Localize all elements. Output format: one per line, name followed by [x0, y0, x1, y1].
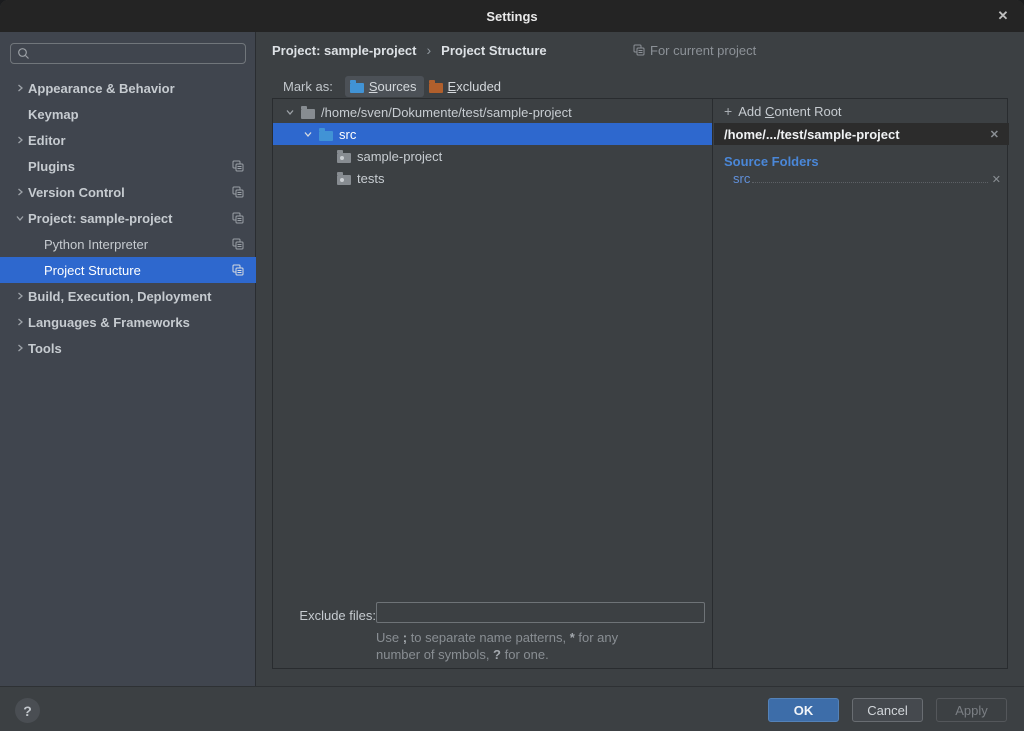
sidebar-item-keymap[interactable]: Keymap	[0, 101, 256, 127]
sources-folder-icon	[350, 83, 364, 93]
folder-icon	[337, 175, 351, 185]
chevron-right-icon	[12, 344, 28, 352]
per-project-settings-icon	[232, 160, 244, 172]
tree-row-sample-project[interactable]: sample-project	[273, 145, 712, 167]
sidebar-item-project-sample-project[interactable]: Project: sample-project	[0, 205, 256, 231]
excluded-folder-icon	[429, 83, 443, 93]
sidebar-item-plugins[interactable]: Plugins	[0, 153, 256, 179]
mark-as-sources-button[interactable]: Sources	[345, 76, 424, 97]
add-content-root-label: Add Content Root	[738, 104, 841, 119]
chevron-right-icon	[12, 188, 28, 196]
dotted-leader	[752, 182, 987, 183]
mark-as-toolbar: Mark as: Sources Excluded	[283, 73, 508, 99]
settings-nav: Appearance & Behavior Keymap Editor Plug…	[0, 75, 256, 361]
sidebar-item-label: Project Structure	[44, 263, 141, 278]
sidebar-item-label: Appearance & Behavior	[28, 81, 175, 96]
sidebar-item-project-structure[interactable]: Project Structure	[0, 257, 256, 283]
per-project-settings-icon	[232, 238, 244, 250]
tree-child-label: sample-project	[357, 149, 442, 164]
chevron-right-icon	[12, 292, 28, 300]
remove-source-folder-icon[interactable]: ✕	[992, 173, 1001, 186]
exclude-files-hint: Use ; to separate name patterns, * for a…	[376, 629, 676, 663]
folder-icon	[301, 109, 315, 119]
close-icon[interactable]: ✕	[994, 7, 1012, 25]
sidebar-item-appearance-behavior[interactable]: Appearance & Behavior	[0, 75, 256, 101]
content-root-tree: /home/sven/Dokumente/test/sample-project…	[273, 99, 713, 668]
sidebar-item-label: Languages & Frameworks	[28, 315, 190, 330]
sidebar-item-label: Tools	[28, 341, 62, 356]
ok-button[interactable]: OK	[768, 698, 839, 722]
add-content-root-button[interactable]: + Add Content Root	[714, 99, 1009, 123]
tree-row-tests[interactable]: tests	[273, 167, 712, 189]
source-folders-heading: Source Folders	[714, 145, 1009, 171]
question-mark-icon: ?	[23, 703, 32, 719]
sidebar-item-label: Keymap	[28, 107, 79, 122]
cancel-button[interactable]: Cancel	[852, 698, 923, 722]
sidebar-item-label: Plugins	[28, 159, 75, 174]
dialog-title: Settings	[486, 9, 537, 24]
scope-label: For current project	[650, 43, 756, 58]
chevron-right-icon	[12, 136, 28, 144]
sidebar-item-languages-frameworks[interactable]: Languages & Frameworks	[0, 309, 256, 335]
sidebar-item-editor[interactable]: Editor	[0, 127, 256, 153]
sidebar-item-label: Build, Execution, Deployment	[28, 289, 211, 304]
settings-dialog: Settings ✕ Appearance & Behavior Keymap	[0, 0, 1024, 731]
scope-indicator: For current project	[633, 40, 756, 60]
tree-src-label: src	[339, 127, 356, 142]
sidebar-item-label: Version Control	[28, 185, 125, 200]
per-project-settings-icon	[232, 186, 244, 198]
dialog-footer: ? OK Cancel Apply	[0, 686, 1024, 731]
chevron-down-icon	[283, 108, 297, 116]
sidebar-item-build-execution-deployment[interactable]: Build, Execution, Deployment	[0, 283, 256, 309]
chevron-right-icon	[12, 84, 28, 92]
apply-button[interactable]: Apply	[936, 698, 1007, 722]
settings-sidebar: Appearance & Behavior Keymap Editor Plug…	[0, 32, 256, 686]
mark-as-label: Mark as:	[283, 79, 333, 94]
tree-row-src[interactable]: src	[273, 123, 712, 145]
search-input[interactable]	[10, 43, 246, 64]
content-root-item[interactable]: /home/.../test/sample-project ✕	[714, 123, 1009, 145]
sidebar-item-tools[interactable]: Tools	[0, 335, 256, 361]
remove-content-root-icon[interactable]: ✕	[990, 128, 999, 141]
content-roots-panel: + Add Content Root /home/.../test/sample…	[714, 99, 1009, 668]
exclude-files-input[interactable]	[376, 602, 705, 623]
breadcrumb-project[interactable]: Project: sample-project	[272, 43, 417, 58]
settings-content: Project: sample-project › Project Struct…	[257, 32, 1024, 686]
per-project-settings-icon	[633, 44, 645, 56]
sidebar-item-label: Python Interpreter	[44, 237, 148, 252]
mark-as-excluded-button[interactable]: Excluded	[424, 76, 508, 97]
sidebar-item-label: Project: sample-project	[28, 211, 173, 226]
mark-as-sources-label: Sources	[369, 79, 417, 94]
chevron-down-icon	[12, 214, 28, 222]
chevron-right-icon	[12, 318, 28, 326]
sidebar-item-label: Editor	[28, 133, 66, 148]
sidebar-item-python-interpreter[interactable]: Python Interpreter	[0, 231, 256, 257]
breadcrumb-page-title: Project Structure	[441, 43, 546, 58]
per-project-settings-icon	[232, 212, 244, 224]
structure-panels: /home/sven/Dokumente/test/sample-project…	[272, 98, 1008, 669]
breadcrumb: Project: sample-project › Project Struct…	[272, 40, 547, 60]
search-icon	[17, 47, 30, 60]
per-project-settings-icon	[232, 264, 244, 276]
sidebar-item-version-control[interactable]: Version Control	[0, 179, 256, 205]
settings-search-field[interactable]	[34, 47, 234, 61]
breadcrumb-separator-icon: ›	[427, 42, 432, 58]
source-folder-item[interactable]: src ✕	[714, 171, 1009, 191]
help-button[interactable]: ?	[15, 698, 40, 723]
tree-row-root[interactable]: /home/sven/Dokumente/test/sample-project	[273, 101, 712, 123]
content-root-path: /home/.../test/sample-project	[724, 127, 900, 142]
source-folder-icon	[319, 131, 333, 141]
plus-icon: +	[724, 103, 732, 119]
mark-as-excluded-label: Excluded	[448, 79, 501, 94]
exclude-files-label: Exclude files:	[283, 608, 376, 623]
folder-icon	[337, 153, 351, 163]
tree-child-label: tests	[357, 171, 384, 186]
chevron-down-icon	[301, 130, 315, 138]
tree-root-path: /home/sven/Dokumente/test/sample-project	[321, 105, 572, 120]
source-folder-name: src	[733, 171, 750, 186]
titlebar: Settings ✕	[0, 0, 1024, 32]
